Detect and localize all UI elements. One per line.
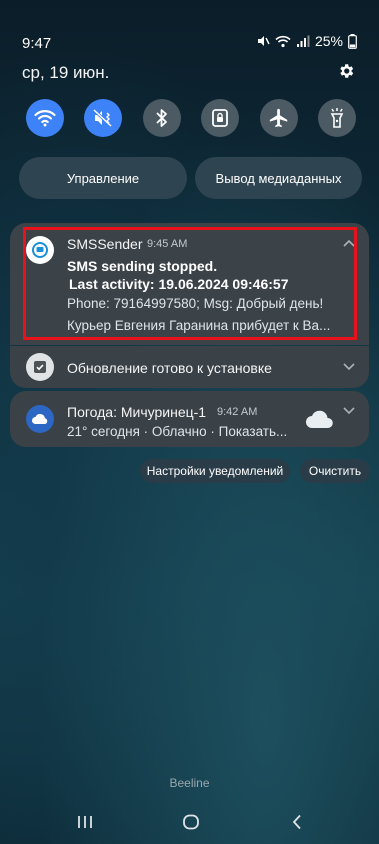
quick-settings-row (26, 99, 356, 137)
sms-last-activity: Last activity: 19.06.2024 09:46:57 (69, 276, 289, 292)
update-app-icon (26, 353, 54, 381)
sms-body-line1: Phone: 79164997580; Msg: Добрый день! (67, 296, 324, 311)
sms-app-name: SMSSender (67, 236, 143, 252)
status-bar: 9:47 25% (0, 0, 379, 52)
settings-gear-icon[interactable] (337, 62, 355, 85)
chevron-down-icon[interactable] (342, 362, 356, 372)
media-output-button[interactable]: Вывод медиаданных (195, 157, 362, 199)
mute-vibrate-icon (93, 108, 113, 128)
wifi-status-icon (275, 35, 291, 47)
sound-mode-toggle[interactable] (84, 99, 123, 137)
smssender-app-icon (26, 236, 54, 264)
date-label: ср, 19 июн. (22, 63, 110, 82)
wifi-icon (34, 110, 56, 127)
weather-time: 9:42 AM (217, 406, 258, 418)
weather-body: 21° сегодня · Облачно · Показать... (67, 424, 288, 439)
airplane-mode-toggle[interactable] (259, 99, 298, 137)
notification-settings-button[interactable]: Настройки уведомлений (140, 459, 290, 483)
wifi-toggle[interactable] (26, 99, 64, 137)
navigation-bar (0, 806, 379, 840)
sms-body-line2: Курьер Евгения Гаранина прибудет к Ва... (67, 318, 331, 333)
status-time: 9:47 (22, 35, 52, 52)
chevron-down-icon[interactable] (342, 406, 356, 416)
flashlight-toggle[interactable] (317, 99, 356, 137)
mute-icon (257, 36, 270, 46)
recents-icon[interactable] (77, 814, 93, 830)
weather-title: Погода: Мичуринец-1 (67, 404, 207, 420)
signal-icon (296, 35, 310, 47)
back-icon[interactable] (291, 814, 303, 830)
lock-rotation-icon (212, 109, 229, 127)
clear-button[interactable]: Очистить (300, 459, 370, 483)
update-title: Обновление готово к установке (67, 360, 272, 376)
bluetooth-icon (156, 109, 167, 127)
airplane-icon (269, 108, 287, 128)
chevron-up-icon[interactable] (342, 238, 356, 248)
bluetooth-toggle[interactable] (142, 99, 181, 137)
rotation-lock-toggle[interactable] (201, 99, 240, 137)
battery-percent: 25% (314, 33, 343, 49)
weather-app-icon (26, 405, 54, 433)
cloud-icon (306, 410, 333, 428)
battery-icon (348, 33, 357, 49)
flashlight-icon (330, 108, 344, 128)
sms-title: SMS sending stopped. (67, 258, 218, 274)
status-icons: 25% (256, 33, 357, 49)
sms-time: 9:45 AM (147, 238, 188, 250)
home-icon[interactable] (182, 814, 200, 830)
carrier-label: Beeline (169, 776, 210, 790)
device-control-button[interactable]: Управление (19, 157, 187, 199)
